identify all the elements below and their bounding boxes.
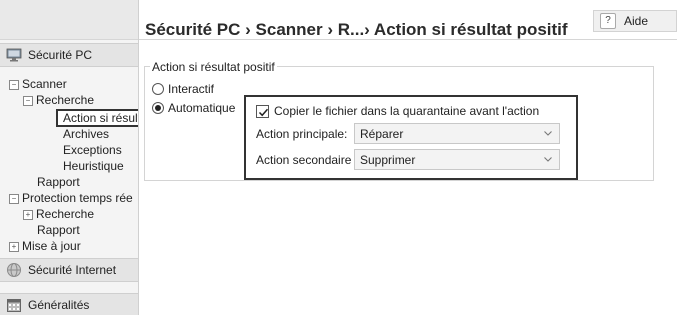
sidebar-section-securite-internet[interactable]: Sécurité Internet <box>0 258 138 282</box>
primary-action-value: Réparer <box>360 126 404 141</box>
collapse-toggle[interactable]: − <box>9 80 19 90</box>
quarantine-checkbox[interactable] <box>256 104 269 118</box>
radio-interactif-control[interactable] <box>152 83 164 95</box>
tree-item-heuristique[interactable]: Heuristique <box>63 159 124 173</box>
collapse-toggle[interactable]: − <box>23 96 33 106</box>
expand-toggle[interactable]: + <box>9 242 19 252</box>
quarantine-checkbox-row[interactable]: Copier le fichier dans la quarantaine av… <box>256 104 539 118</box>
expand-toggle[interactable]: + <box>23 210 33 220</box>
chevron-down-icon <box>544 157 552 162</box>
radio-interactif[interactable]: Interactif <box>152 82 214 96</box>
tree-item-exceptions[interactable]: Exceptions <box>63 143 122 157</box>
help-label: Aide <box>624 14 649 28</box>
help-icon: ? <box>600 13 616 29</box>
sidebar-section-generalites[interactable]: Généralités <box>0 293 138 315</box>
monitor-icon <box>6 47 22 63</box>
primary-action-label: Action principale: <box>256 127 348 141</box>
globe-icon <box>6 262 22 278</box>
radio-automatique-control[interactable] <box>152 102 164 114</box>
tree-item-protection[interactable]: − Protection temps rée <box>9 191 133 205</box>
tree-item-archives[interactable]: Archives <box>63 127 109 141</box>
secondary-action-value: Supprimer <box>360 152 416 167</box>
tree-item-rapport[interactable]: Rapport <box>37 175 80 189</box>
quarantine-label: Copier le fichier dans la quarantaine av… <box>274 104 540 118</box>
tree-label: Protection temps rée <box>22 191 133 205</box>
radio-interactif-label: Interactif <box>168 82 215 96</box>
header: Sécurité PC › Scanner › R...› Action si … <box>139 0 677 40</box>
sidebar: Sécurité PC − Scanner − Recherche Action s… <box>0 0 139 315</box>
tree-item-protection-rapport[interactable]: Rapport <box>37 223 80 237</box>
page-title: Sécurité PC › Scanner › R...› Action si … <box>145 20 568 39</box>
tree-item-action[interactable]: Action si résulta <box>63 111 138 125</box>
tree-item-mise-a-jour[interactable]: + Mise à jour <box>9 239 81 253</box>
sidebar-section-label: Généralités <box>28 298 90 312</box>
secondary-action-select[interactable]: Supprimer <box>354 149 560 170</box>
tree-item-scanner[interactable]: − Scanner <box>9 77 67 91</box>
sidebar-section-securite-pc[interactable]: Sécurité PC <box>0 43 138 67</box>
group-legend: Action si résultat positif <box>150 60 277 74</box>
collapse-toggle[interactable]: − <box>9 194 19 204</box>
sidebar-top-spacer <box>0 0 138 40</box>
sidebar-section-label: Sécurité Internet <box>28 263 117 277</box>
tree-item-protection-recherche[interactable]: + Recherche <box>23 207 94 221</box>
tree-label: Recherche <box>36 207 95 221</box>
sidebar-section-label: Sécurité PC <box>28 48 93 62</box>
calendar-icon <box>6 297 22 313</box>
chevron-down-icon <box>544 131 552 136</box>
tree-label: Scanner <box>22 77 67 91</box>
radio-automatique[interactable]: Automatique <box>152 101 235 115</box>
radio-automatique-label: Automatique <box>168 101 236 115</box>
tree-label: Mise à jour <box>22 239 81 253</box>
primary-action-select[interactable]: Réparer <box>354 123 560 144</box>
help-button[interactable]: ? Aide <box>593 10 677 32</box>
tree-label: Recherche <box>36 93 95 107</box>
tree-item-recherche[interactable]: − Recherche <box>23 93 94 107</box>
secondary-action-label: Action secondaire : <box>256 153 359 167</box>
